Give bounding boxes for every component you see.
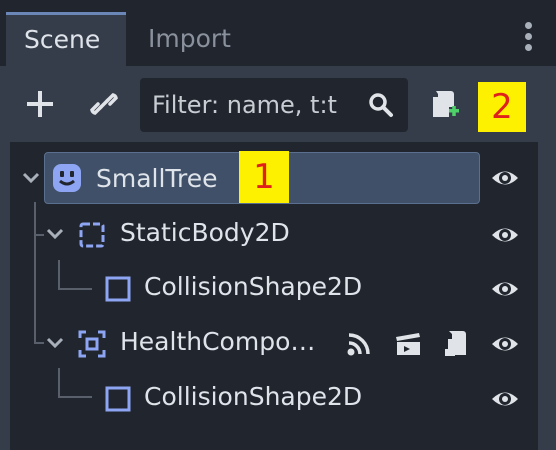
collision-shape-icon bbox=[105, 276, 131, 302]
node-name: CollisionShape2D bbox=[144, 382, 363, 411]
visibility-eye-icon[interactable] bbox=[490, 222, 520, 248]
more-options-icon[interactable] bbox=[522, 22, 534, 56]
link-icon bbox=[90, 93, 118, 115]
node-name: StaticBody2D bbox=[120, 218, 290, 247]
script-icon[interactable] bbox=[442, 329, 468, 359]
tree-row-healthcomponent[interactable]: HealthCompo… bbox=[10, 317, 538, 371]
health-component-icon bbox=[78, 330, 106, 358]
signal-icon[interactable] bbox=[346, 331, 372, 357]
tree-row-collisionshape2d[interactable]: CollisionShape2D bbox=[10, 262, 538, 316]
filter-nodes-field[interactable] bbox=[140, 78, 408, 132]
chevron-down-icon[interactable] bbox=[22, 172, 40, 184]
attach-script-button[interactable] bbox=[426, 84, 462, 124]
node-name: SmallTree bbox=[96, 164, 218, 193]
node-name: CollisionShape2D bbox=[144, 272, 363, 301]
filter-input[interactable] bbox=[152, 91, 362, 119]
chevron-down-icon[interactable] bbox=[46, 228, 64, 240]
chevron-down-icon[interactable] bbox=[46, 337, 64, 349]
tree-row-smalltree[interactable]: SmallTree 1 bbox=[10, 151, 538, 206]
tab-scene[interactable]: Scene bbox=[6, 12, 126, 66]
dock-tab-bar: Scene Import bbox=[0, 0, 556, 66]
visibility-eye-icon[interactable] bbox=[490, 331, 520, 357]
add-node-button[interactable] bbox=[22, 84, 58, 124]
search-icon bbox=[369, 93, 393, 117]
tree-row-staticbody2d[interactable]: StaticBody2D bbox=[10, 208, 538, 262]
plus-icon bbox=[27, 91, 53, 117]
collision-shape-icon bbox=[105, 386, 131, 412]
tree-row-collisionshape2d[interactable]: CollisionShape2D bbox=[10, 372, 538, 426]
annotation-badge-1: 1 bbox=[239, 151, 289, 203]
tab-import[interactable]: Import bbox=[132, 12, 278, 66]
scene-clapper-icon[interactable] bbox=[394, 331, 422, 357]
scene-tree: SmallTree 1 StaticBody2D CollisionShape2… bbox=[10, 142, 538, 450]
scene-toolbar: 2 bbox=[0, 66, 556, 142]
visibility-eye-icon[interactable] bbox=[490, 386, 520, 412]
instance-scene-button[interactable] bbox=[86, 84, 122, 124]
visibility-eye-icon[interactable] bbox=[490, 165, 520, 191]
node-name: HealthCompo… bbox=[120, 327, 316, 356]
node-root-face-icon bbox=[53, 164, 81, 192]
annotation-badge-2: 2 bbox=[478, 82, 526, 132]
static-body-icon bbox=[79, 222, 105, 248]
attach-script-icon bbox=[433, 91, 459, 117]
visibility-eye-icon[interactable] bbox=[490, 276, 520, 302]
